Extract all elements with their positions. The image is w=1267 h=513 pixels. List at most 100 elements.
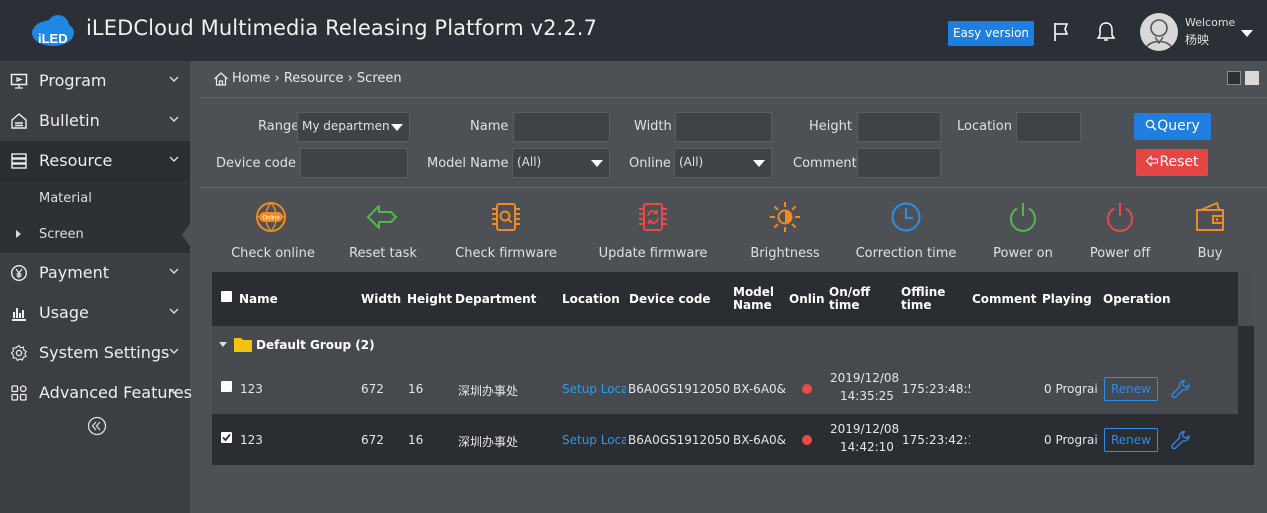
offline-status-dot — [802, 384, 812, 394]
sidebar-item-label: Usage — [39, 303, 89, 322]
sidebar-subitem-material[interactable]: Material — [0, 181, 190, 217]
action-label: Brightness — [750, 246, 820, 261]
table-row[interactable]: 123 672 16 深圳办事处 Setup Loca B6A0GS191205… — [212, 415, 1238, 465]
action-label: Power off — [1089, 246, 1151, 261]
check-firmware-button[interactable]: Check firmware — [446, 196, 566, 268]
breadcrumb-text[interactable]: Home › Resource › Screen — [232, 71, 402, 86]
brightness-button[interactable]: Brightness — [737, 196, 833, 268]
range-label: Range — [258, 119, 300, 134]
online-select-value: (All) — [679, 155, 704, 169]
width-label: Width — [634, 119, 672, 134]
comment-input[interactable] — [857, 148, 941, 178]
select-all-checkbox[interactable] — [221, 291, 232, 302]
group-row[interactable]: Default Group (2) — [212, 326, 1238, 364]
wrench-icon[interactable] — [1170, 429, 1192, 451]
location-input[interactable] — [1016, 112, 1081, 142]
row-checkbox-checked[interactable] — [221, 432, 232, 443]
buy-button[interactable]: Buy — [1180, 196, 1240, 268]
reset-button[interactable]: Reset — [1136, 149, 1208, 176]
sidebar-item-resource[interactable]: Resource — [0, 141, 190, 181]
chevron-down-icon — [169, 156, 179, 162]
height-label: Height — [809, 119, 852, 134]
power-off-button[interactable]: Power off — [1080, 196, 1160, 268]
column-header-operation[interactable]: Operation — [1103, 293, 1171, 306]
action-label: Reset task — [349, 246, 417, 261]
chevron-down-icon — [169, 308, 179, 314]
name-input[interactable] — [513, 112, 610, 142]
reset-task-button[interactable]: Reset task — [343, 196, 423, 268]
chevron-down-icon — [169, 116, 179, 122]
column-header-online[interactable]: Online — [789, 293, 825, 306]
home-icon[interactable] — [213, 71, 229, 87]
column-header-height[interactable]: Height — [407, 293, 452, 306]
online-select[interactable]: (All) — [674, 148, 772, 178]
cell-offline-time: 175:23:42:1 — [902, 433, 970, 447]
sidebar-item-label: Payment — [39, 263, 110, 282]
cell-department: 深圳办事处 — [458, 384, 519, 398]
column-header-device-code[interactable]: Device code — [629, 293, 711, 306]
row-checkbox[interactable] — [221, 381, 232, 392]
offline-status-dot — [802, 435, 812, 445]
sidebar-item-label: Program — [39, 71, 107, 90]
table-row[interactable]: 123 672 16 深圳办事处 Setup Loca B6A0GS191205… — [212, 364, 1238, 414]
cell-offline-time: 175:23:48:5 — [902, 382, 970, 396]
column-header-playing[interactable]: Playing — [1042, 293, 1092, 306]
dark-theme-swatch[interactable] — [1227, 71, 1241, 85]
wrench-icon[interactable] — [1170, 378, 1192, 400]
model-name-label: Model Name — [427, 156, 509, 171]
comment-label: Comment — [793, 156, 857, 171]
model-name-select[interactable]: (All) — [512, 148, 610, 178]
cell-height: 16 — [408, 382, 424, 396]
monitor-icon — [10, 73, 28, 89]
cell-onoff-time: 14:35:25 — [840, 389, 894, 403]
easy-version-button[interactable]: Easy version — [948, 21, 1034, 46]
update-firmware-button[interactable]: Update firmware — [588, 196, 718, 268]
correction-time-button[interactable]: Correction time — [848, 196, 964, 268]
avatar[interactable] — [1140, 13, 1178, 51]
cell-location-link[interactable]: Setup Loca — [562, 433, 626, 447]
app-title: iLEDCloud Multimedia Releasing Platform … — [86, 16, 598, 40]
action-label: Check online — [231, 246, 315, 261]
sidebar-item-bulletin[interactable]: Bulletin — [0, 101, 190, 141]
sidebar-item-usage[interactable]: Usage — [0, 293, 190, 333]
column-header-model-name[interactable]: Model Name — [733, 286, 774, 312]
wallet-icon — [1196, 202, 1224, 231]
column-header-onoff-time[interactable]: On/off time — [829, 286, 870, 312]
cell-onoff-date: 2019/12/08 — [830, 422, 900, 436]
collapse-sidebar-icon[interactable] — [87, 416, 107, 436]
cell-playing: 0 Prograi — [1044, 433, 1098, 447]
action-label: Check firmware — [455, 246, 557, 261]
sidebar-subitem-screen[interactable]: Screen — [0, 217, 190, 253]
breadcrumb: Home › Resource › Screen — [200, 61, 1267, 98]
column-header-department[interactable]: Department — [455, 293, 536, 306]
power-on-button[interactable]: Power on — [983, 196, 1063, 268]
sidebar-item-payment[interactable]: Payment — [0, 253, 190, 293]
bell-icon[interactable] — [1094, 20, 1118, 44]
range-select[interactable]: My departmen — [297, 112, 410, 142]
check-online-button[interactable]: Online Check online — [223, 196, 323, 268]
renew-button[interactable]: Renew — [1104, 428, 1158, 452]
sidebar-item-advanced-features[interactable]: Advanced Features — [0, 373, 192, 413]
light-theme-swatch[interactable] — [1245, 71, 1259, 85]
column-header-location[interactable]: Location — [562, 293, 620, 306]
cell-location-link[interactable]: Setup Loca — [562, 382, 626, 396]
column-header-name[interactable]: Name — [239, 293, 278, 306]
renew-button[interactable]: Renew — [1104, 377, 1158, 401]
cell-width: 672 — [361, 382, 384, 396]
sidebar-item-program[interactable]: Program — [0, 61, 190, 101]
bulletin-icon — [11, 113, 27, 129]
query-button[interactable]: Query — [1134, 113, 1211, 140]
divider — [200, 187, 1267, 188]
scrollbar-thumb[interactable] — [1238, 272, 1254, 326]
device-code-input[interactable] — [300, 148, 408, 178]
sidebar-item-system-settings[interactable]: System Settings — [0, 333, 190, 373]
column-header-width[interactable]: Width — [361, 293, 401, 306]
column-header-offline-time[interactable]: Offline time — [901, 286, 945, 312]
user-menu-chevron-down-icon[interactable] — [1241, 30, 1253, 37]
caret-down-icon — [219, 342, 227, 347]
iled-cloud-logo: iLED — [32, 15, 74, 46]
height-input[interactable] — [857, 112, 941, 142]
column-header-comment[interactable]: Comment — [972, 293, 1036, 306]
width-input[interactable] — [675, 112, 772, 142]
flag-icon[interactable] — [1050, 20, 1074, 44]
